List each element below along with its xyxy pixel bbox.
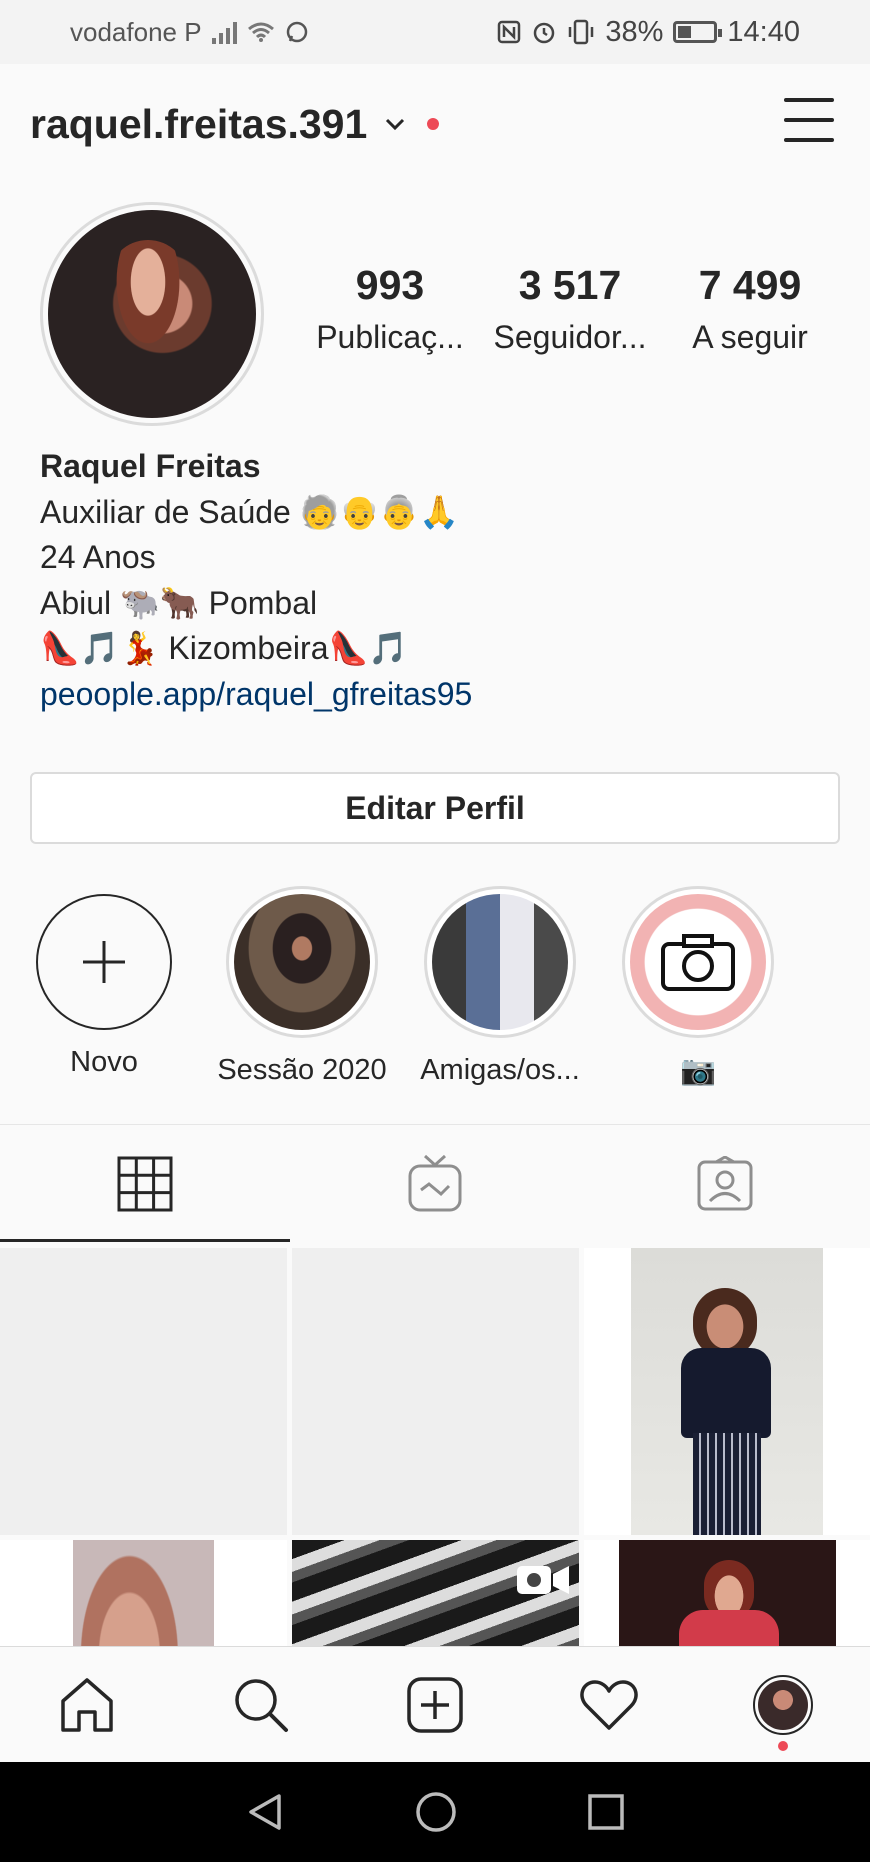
highlight-label: Novo <box>70 1046 138 1078</box>
whatsapp-icon <box>286 21 307 43</box>
post-thumbnail[interactable] <box>292 1248 579 1535</box>
profile-header: raquel.freitas.391 <box>0 64 870 184</box>
notification-dot <box>778 1740 788 1751</box>
home-icon <box>61 1677 113 1732</box>
highlight-cover <box>622 886 774 1038</box>
back-icon[interactable] <box>245 1792 285 1832</box>
tab-tagged[interactable] <box>580 1125 870 1242</box>
highlight-amigas[interactable]: Amigas/os... <box>410 886 590 1087</box>
profile-stats: 993 Publicaç... 3 517 Seguidor... 7 499 … <box>300 262 840 356</box>
stat-following-label: A seguir <box>692 319 808 355</box>
stat-posts[interactable]: 993 Publicaç... <box>300 262 480 356</box>
edit-profile-button[interactable]: Editar Perfil <box>30 772 840 844</box>
post-thumbnail[interactable] <box>292 1540 579 1646</box>
system-navigation <box>0 1762 870 1862</box>
battery-percent: 38% <box>605 15 664 48</box>
vibrate-icon <box>569 19 594 45</box>
nav-search[interactable] <box>221 1665 301 1745</box>
profile-avatar-small <box>753 1674 813 1735</box>
highlight-camera[interactable]: 📷 <box>608 886 788 1088</box>
profile-photo <box>48 210 256 418</box>
signal-icon <box>211 20 237 44</box>
bio-line: 👠🎵💃 Kizombeira👠🎵 <box>40 630 409 666</box>
camera-icon <box>661 934 735 991</box>
bottom-navigation <box>0 1646 870 1762</box>
home-circle-icon[interactable] <box>415 1791 457 1833</box>
video-icon <box>517 1566 569 1594</box>
post-thumbnail[interactable] <box>0 1540 287 1646</box>
highlight-cover <box>424 886 576 1038</box>
bio-link[interactable]: peoople.app/raquel_gfreitas95 <box>40 672 840 718</box>
status-bar: vodafone P 38% 14:40 <box>0 0 870 64</box>
plus-icon <box>83 941 125 983</box>
username-switcher[interactable]: raquel.freitas.391 <box>30 101 367 148</box>
battery-icon <box>673 21 723 43</box>
profile-name: Raquel Freitas <box>40 448 261 484</box>
menu-icon[interactable] <box>784 98 834 142</box>
profile-bio: Raquel Freitas Auxiliar de Saúde 🧓👴👵🙏 24… <box>40 444 840 717</box>
highlight-sessao-2020[interactable]: Sessão 2020 <box>212 886 392 1087</box>
nfc-icon <box>498 20 521 44</box>
carrier-name: vodafone P <box>70 16 202 47</box>
clock: 14:40 <box>727 15 800 48</box>
nav-profile[interactable] <box>743 1665 823 1751</box>
post-thumbnail[interactable] <box>584 1540 870 1646</box>
highlight-label: 📷 <box>679 1055 717 1087</box>
stat-followers-label: Seguidor... <box>493 319 647 355</box>
stat-following-count: 7 499 <box>698 262 802 308</box>
post-thumbnail[interactable] <box>0 1248 287 1535</box>
notification-dot <box>427 118 440 130</box>
highlight-cover <box>226 886 378 1038</box>
tab-grid[interactable] <box>0 1125 290 1242</box>
nav-activity[interactable] <box>569 1665 649 1745</box>
highlight-new-circle <box>36 894 172 1030</box>
stat-posts-count: 993 <box>355 262 425 308</box>
nav-home[interactable] <box>47 1665 127 1745</box>
stat-followers[interactable]: 3 517 Seguidor... <box>480 262 660 356</box>
wifi-icon <box>247 22 274 42</box>
heart-icon <box>580 1679 638 1730</box>
post-thumbnail[interactable] <box>584 1248 870 1535</box>
stat-following[interactable]: 7 499 A seguir <box>660 262 840 356</box>
bio-line: Abiul 🐃🐂 Pombal <box>40 584 318 621</box>
story-highlights: Novo Sessão 2020 Amigas/os... 📷 <box>0 886 870 1088</box>
profile-tabs <box>0 1124 870 1242</box>
status-right: 38% 14:40 <box>497 16 800 49</box>
posts-grid <box>0 1248 870 1646</box>
bio-line: 24 Anos <box>40 539 156 575</box>
nav-new-post[interactable] <box>395 1665 475 1745</box>
highlight-label: Sessão 2020 <box>217 1054 387 1086</box>
status-left: vodafone P <box>70 17 309 48</box>
bio-line: Auxiliar de Saúde 🧓👴👵🙏 <box>40 493 460 530</box>
alarm-icon <box>534 22 555 44</box>
chevron-down-icon[interactable] <box>385 117 405 131</box>
stat-followers-count: 3 517 <box>518 262 622 308</box>
grid-icon <box>117 1156 173 1211</box>
recents-icon[interactable] <box>587 1793 625 1831</box>
igtv-icon <box>408 1154 462 1211</box>
highlight-label: Amigas/os... <box>420 1054 580 1086</box>
tab-igtv[interactable] <box>290 1125 580 1242</box>
highlight-new[interactable]: Novo <box>14 886 194 1079</box>
tagged-icon <box>697 1155 753 1210</box>
search-icon <box>235 1678 288 1732</box>
stat-posts-label: Publicaç... <box>316 319 464 355</box>
add-post-icon <box>407 1676 463 1733</box>
profile-avatar[interactable] <box>40 202 264 426</box>
